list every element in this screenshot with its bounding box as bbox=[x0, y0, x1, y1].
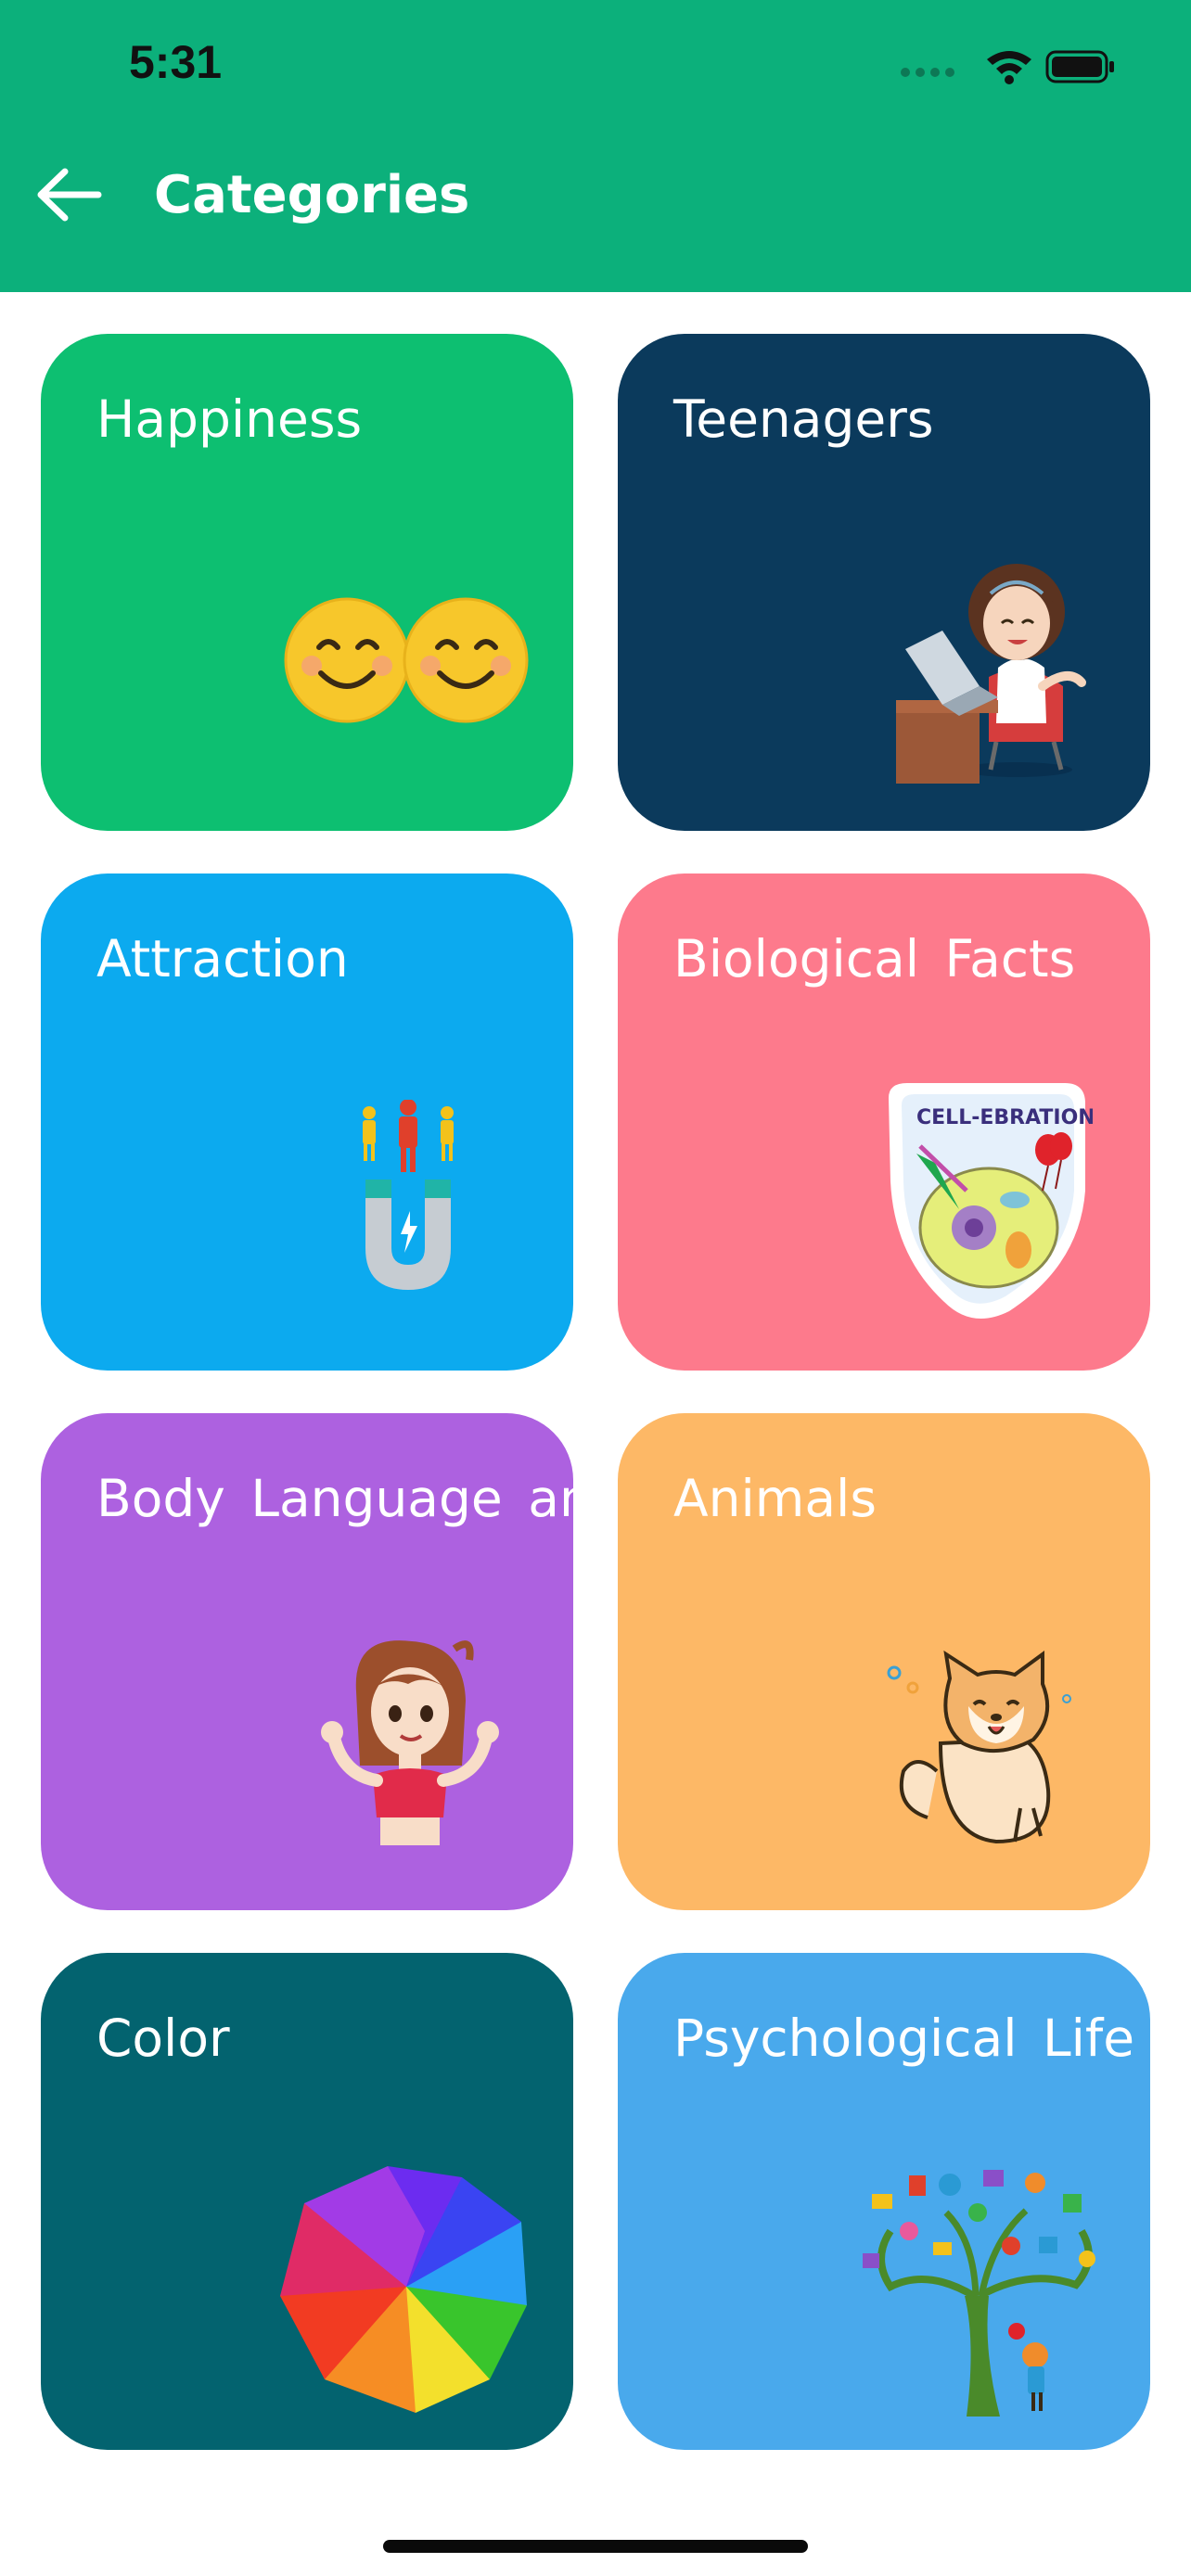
category-label: Psychological Life H bbox=[673, 2009, 1150, 2068]
shiba-dog-icon bbox=[887, 1651, 1071, 1844]
category-card-happiness[interactable]: Happiness bbox=[41, 334, 573, 831]
category-card-color[interactable]: Color bbox=[41, 1953, 573, 2450]
home-indicator[interactable] bbox=[383, 2540, 808, 2553]
category-card-animals[interactable]: Animals bbox=[618, 1413, 1150, 1910]
category-label: Color bbox=[96, 2009, 230, 2068]
category-card-attraction[interactable]: Attraction bbox=[41, 874, 573, 1371]
category-label: Body Language and bbox=[96, 1469, 573, 1528]
category-card-psychological-life-hacks[interactable]: Psychological Life H bbox=[618, 1953, 1150, 2450]
knowledge-tree-icon bbox=[863, 2170, 1095, 2417]
category-card-teenagers[interactable]: Teenagers bbox=[618, 334, 1150, 831]
category-grid: Happiness Teenagers Attraction Biologica… bbox=[0, 0, 1191, 2576]
magnet-people-icon bbox=[363, 1100, 454, 1290]
smiley-faces-icon bbox=[284, 597, 529, 723]
girl-at-laptop-icon bbox=[896, 564, 1086, 784]
category-label: Attraction bbox=[96, 929, 349, 988]
color-wheel-icon bbox=[280, 2166, 527, 2413]
sticker-text: CELL-EBRATION bbox=[916, 1106, 1093, 1129]
category-label: Animals bbox=[673, 1469, 877, 1528]
category-label: Biological Facts bbox=[673, 929, 1076, 988]
category-label: Teenagers bbox=[673, 389, 934, 449]
category-label: Happiness bbox=[96, 389, 363, 449]
cell-ebration-sticker-icon: CELL-EBRATION bbox=[889, 1083, 1093, 1319]
category-card-biological-facts[interactable]: Biological Facts CELL-EBRATION bbox=[618, 874, 1150, 1371]
category-card-body-language[interactable]: Body Language and bbox=[41, 1413, 573, 1910]
waving-girl-icon bbox=[321, 1640, 499, 1845]
